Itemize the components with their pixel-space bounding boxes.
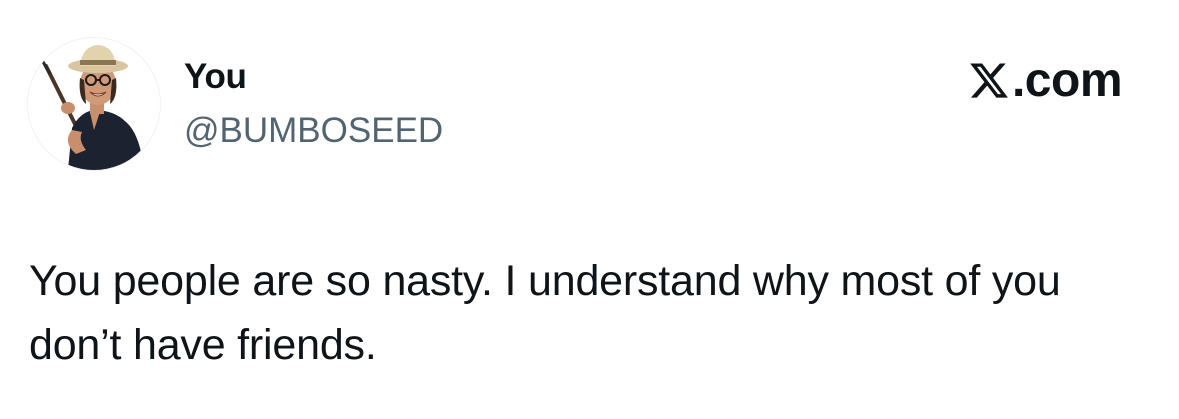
avatar[interactable]	[28, 38, 160, 170]
avatar-photo-icon	[28, 38, 160, 170]
display-name[interactable]: You	[184, 57, 247, 97]
tweet-text: You people are so nasty. I understand wh…	[29, 257, 1061, 369]
username-handle[interactable]: @BUMBOSEED	[184, 111, 443, 151]
brand-domain-suffix: .com	[1011, 53, 1123, 107]
tweet-card: You @BUMBOSEED .com You people are so na…	[0, 0, 1179, 419]
x-brand-watermark: .com	[968, 54, 1123, 107]
x-logo-icon	[968, 59, 1010, 102]
